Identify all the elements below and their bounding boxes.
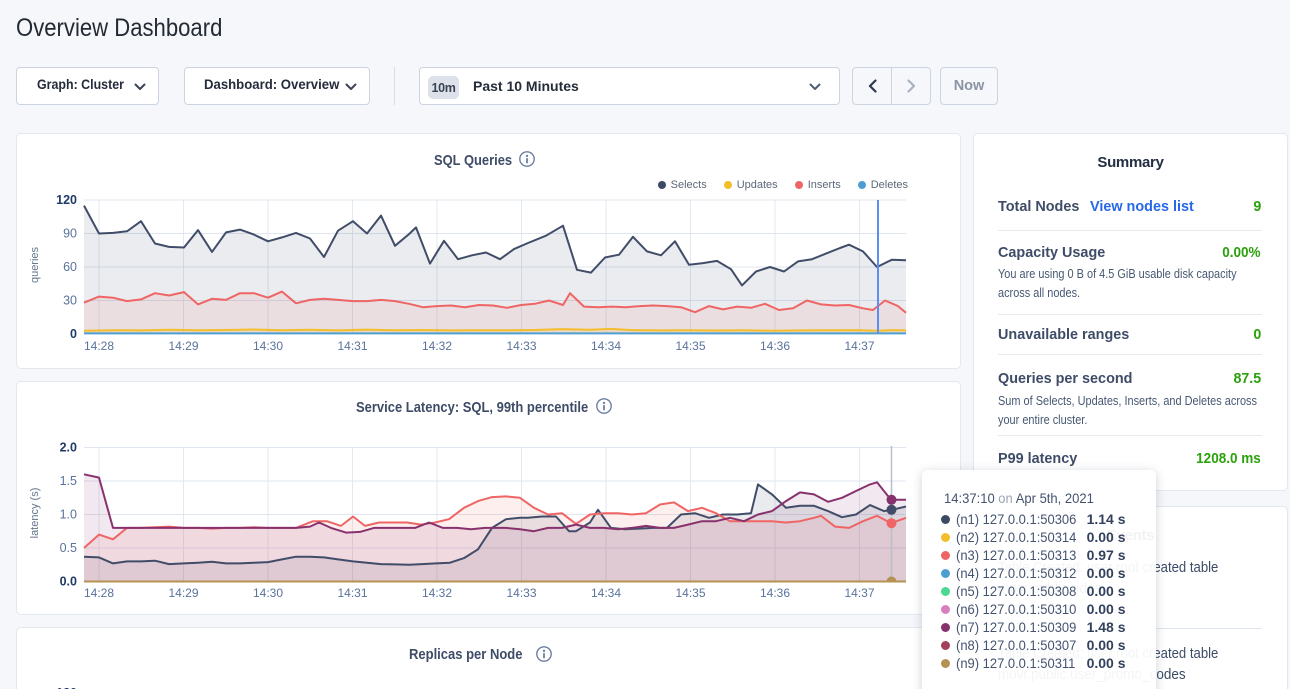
svg-text:60: 60 xyxy=(63,260,77,274)
svg-text:1.5: 1.5 xyxy=(60,474,77,488)
svg-text:14:28: 14:28 xyxy=(84,586,114,600)
svg-text:14:34: 14:34 xyxy=(591,586,621,600)
svg-text:14:36: 14:36 xyxy=(760,339,790,353)
svg-text:14:31: 14:31 xyxy=(337,586,367,600)
svg-text:14:37: 14:37 xyxy=(844,339,874,353)
svg-text:30: 30 xyxy=(63,294,77,308)
svg-text:0.0: 0.0 xyxy=(60,575,77,589)
svg-text:90: 90 xyxy=(63,227,77,241)
svg-text:0: 0 xyxy=(70,327,77,341)
svg-text:14:33: 14:33 xyxy=(506,339,536,353)
svg-text:14:29: 14:29 xyxy=(168,586,198,600)
svg-text:14:28: 14:28 xyxy=(84,339,114,353)
svg-text:14:29: 14:29 xyxy=(168,339,198,353)
svg-text:14:31: 14:31 xyxy=(337,339,367,353)
svg-text:2.0: 2.0 xyxy=(60,441,77,455)
svg-text:0.5: 0.5 xyxy=(60,541,77,555)
svg-text:14:33: 14:33 xyxy=(506,586,536,600)
svg-text:14:35: 14:35 xyxy=(675,339,705,353)
svg-text:14:37: 14:37 xyxy=(844,586,874,600)
svg-text:120: 120 xyxy=(56,193,77,207)
svg-text:14:35: 14:35 xyxy=(675,586,705,600)
svg-text:latency (s): latency (s) xyxy=(29,488,41,539)
svg-text:14:32: 14:32 xyxy=(422,586,452,600)
svg-text:14:30: 14:30 xyxy=(253,339,283,353)
svg-text:1.0: 1.0 xyxy=(60,508,77,522)
svg-text:14:30: 14:30 xyxy=(253,586,283,600)
svg-text:14:34: 14:34 xyxy=(591,339,621,353)
svg-text:queries: queries xyxy=(29,246,41,283)
svg-text:14:32: 14:32 xyxy=(422,339,452,353)
svg-text:14:36: 14:36 xyxy=(760,586,790,600)
